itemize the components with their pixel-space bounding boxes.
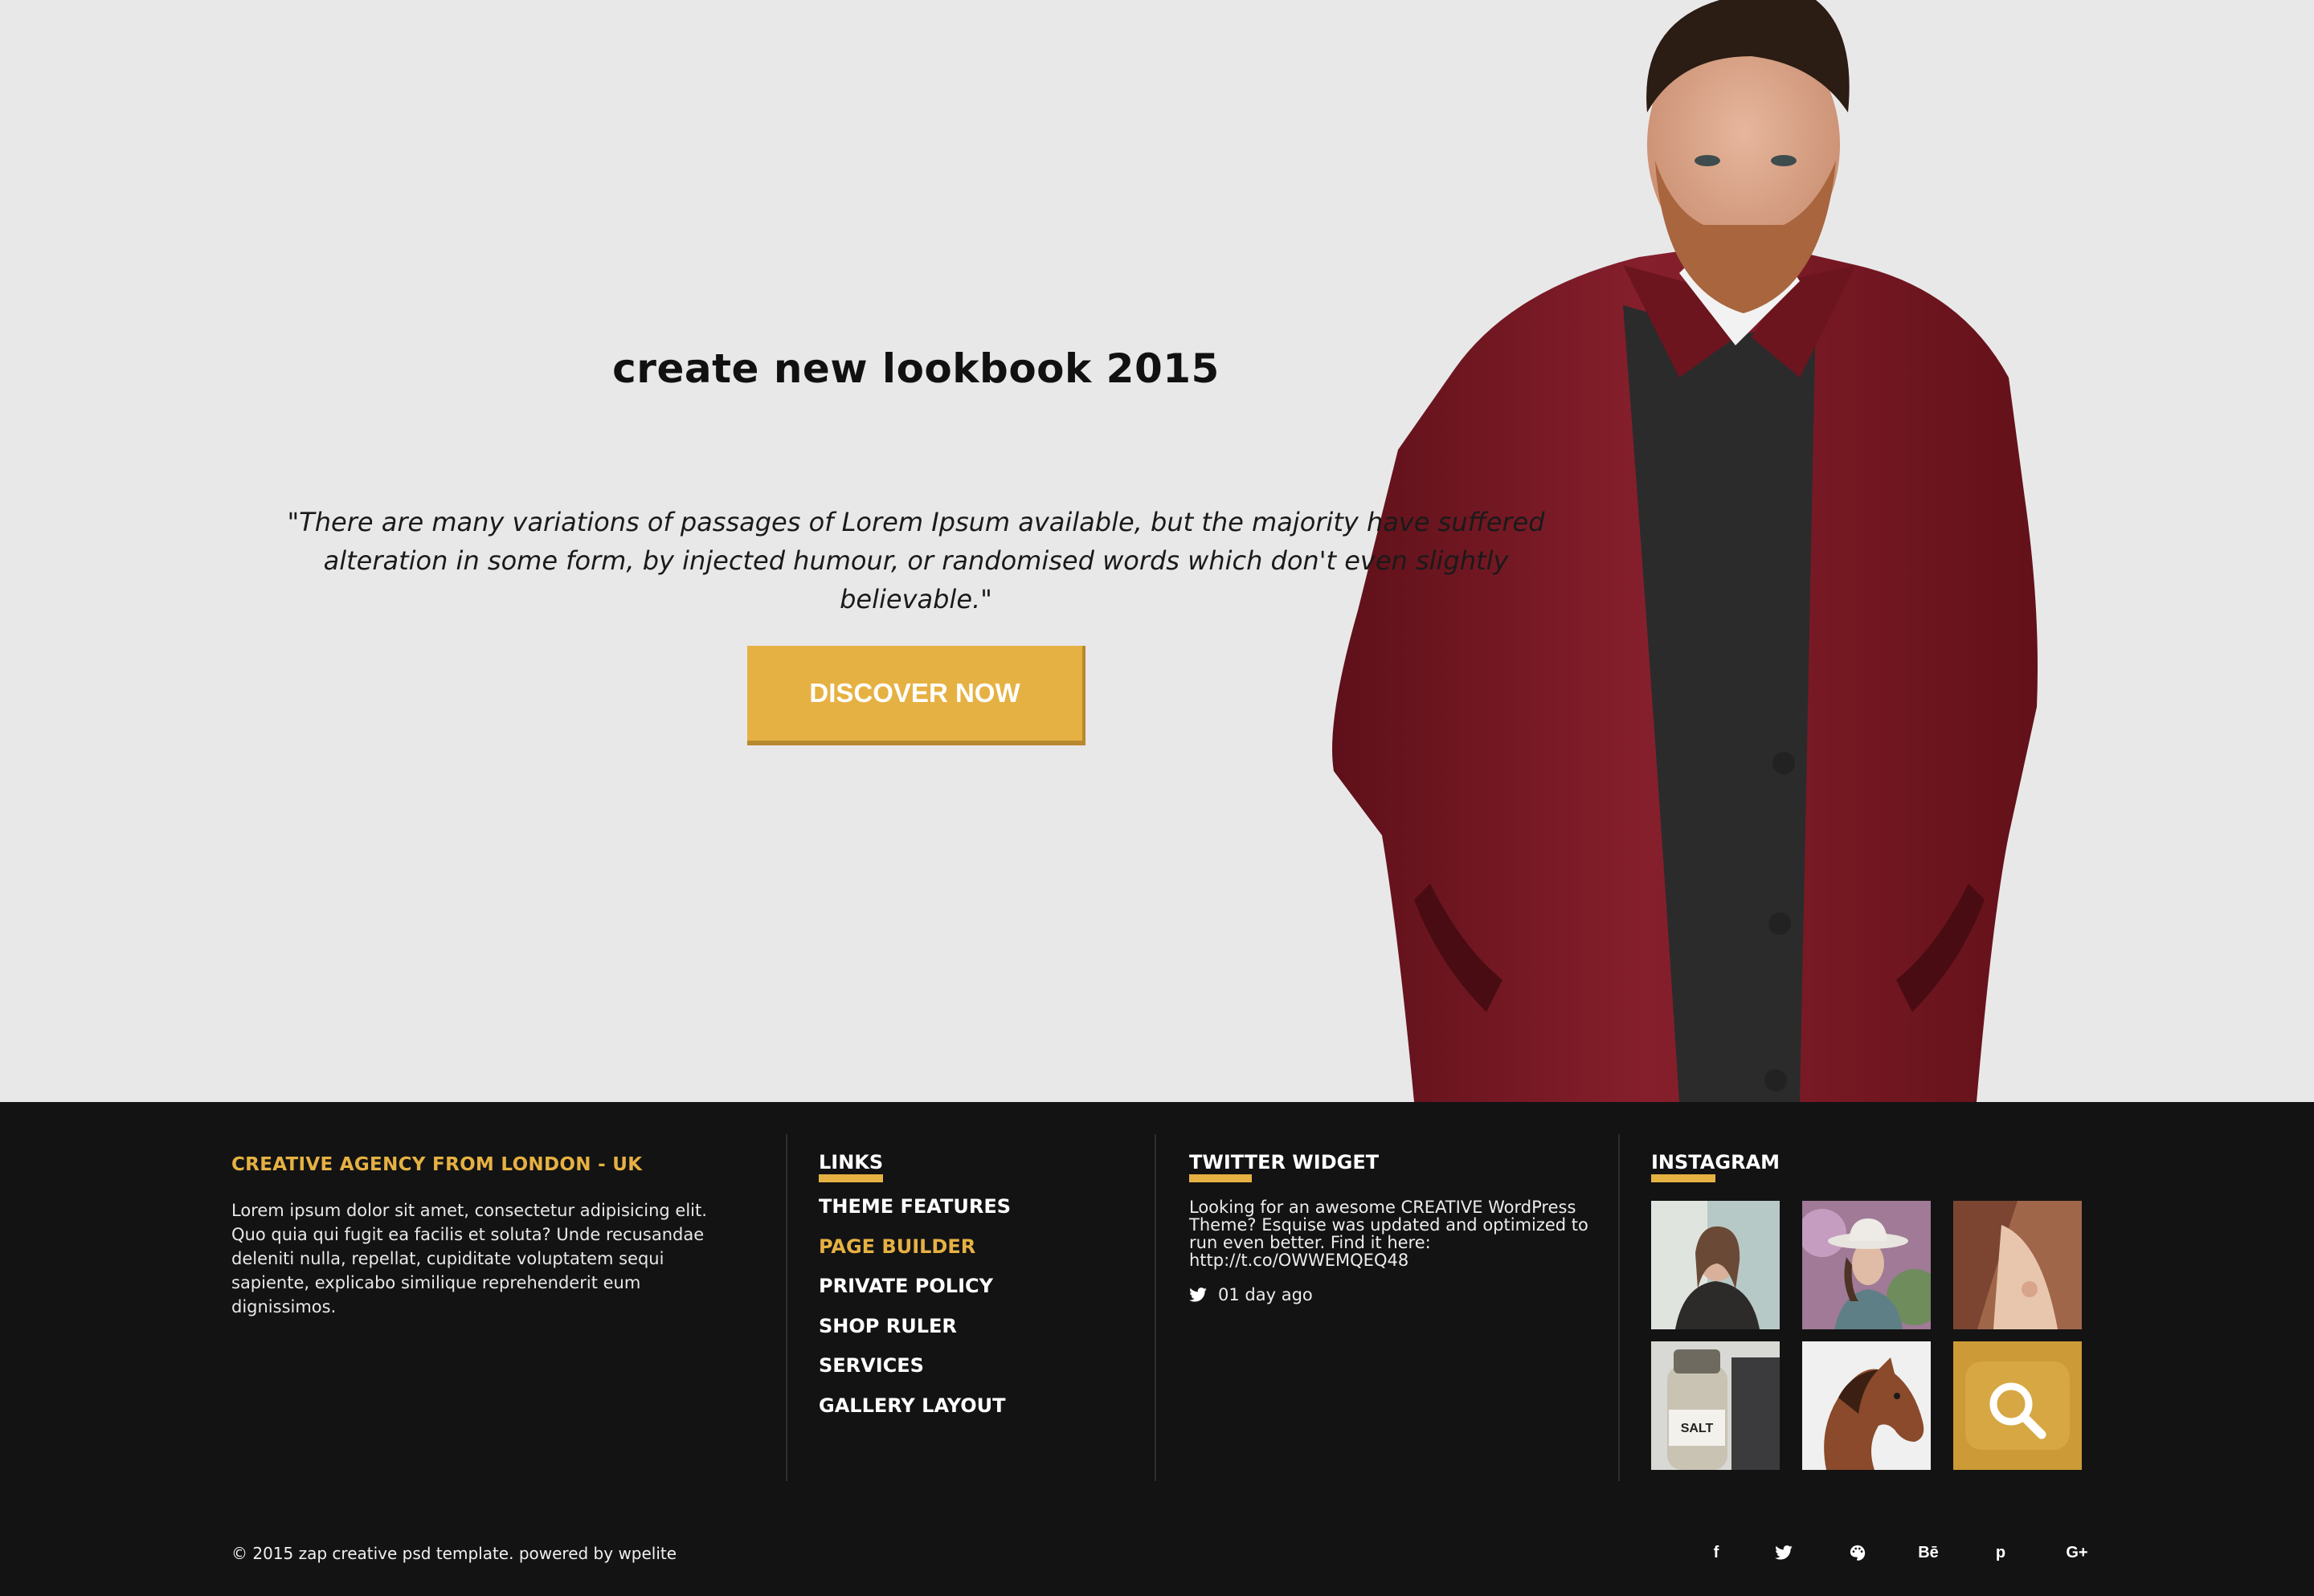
about-text: Lorem ipsum dolor sit amet, consectetur … xyxy=(231,1201,707,1316)
instagram-more[interactable] xyxy=(1953,1341,2082,1470)
instagram-heading-underline xyxy=(1651,1174,1715,1182)
twitter-icon xyxy=(1189,1288,1207,1302)
facebook-icon[interactable]: f xyxy=(1704,1541,1728,1565)
instagram-grid: SALT xyxy=(1651,1201,2082,1470)
pinterest-icon[interactable]: p xyxy=(1989,1541,2013,1565)
list-item: SERVICES xyxy=(819,1354,1011,1394)
footer-divider xyxy=(786,1134,787,1481)
discover-now-button[interactable]: DISCOVER NOW xyxy=(747,646,1085,745)
instagram-photo-dress-detail[interactable] xyxy=(1953,1201,2082,1329)
links-heading: LINKS xyxy=(819,1151,884,1174)
twitter-heading: TWITTER WIDGET xyxy=(1189,1151,1380,1174)
instagram-photo-woman-sweater[interactable] xyxy=(1651,1201,1780,1329)
list-item: THEME FEATURES xyxy=(819,1195,1011,1235)
tweet-time: 01 day ago xyxy=(1218,1285,1313,1304)
instagram-heading: INSTAGRAM xyxy=(1651,1151,1780,1174)
link-page-builder[interactable]: PAGE BUILDER xyxy=(819,1235,975,1258)
hero-quote: "There are many variations of passages o… xyxy=(287,507,1545,614)
about-title: CREATIVE AGENCY FROM LONDON - UK xyxy=(231,1154,643,1175)
instagram-photo-horse[interactable] xyxy=(1802,1341,1931,1470)
footer-divider xyxy=(1618,1134,1620,1481)
footer-divider xyxy=(1155,1134,1156,1481)
instagram-photo-woman-hat[interactable] xyxy=(1802,1201,1931,1329)
footer-links-list: THEME FEATURES PAGE BUILDER PRIVATE POLI… xyxy=(819,1195,1011,1435)
twitter-heading-underline xyxy=(1189,1174,1252,1182)
list-item: PAGE BUILDER xyxy=(819,1235,1011,1276)
behance-icon[interactable]: Bē xyxy=(1916,1541,1940,1565)
copyright-text: © 2015 zap creative psd template. powere… xyxy=(231,1544,677,1563)
svg-text:SALT: SALT xyxy=(1681,1422,1714,1435)
link-private-policy[interactable]: PRIVATE POLICY xyxy=(819,1275,993,1297)
instagram-photo-salt-bottle[interactable]: SALT xyxy=(1651,1341,1780,1470)
twitter-icon[interactable] xyxy=(1772,1541,1796,1565)
google-plus-icon[interactable]: G+ xyxy=(2061,1541,2093,1565)
link-theme-features[interactable]: THEME FEATURES xyxy=(819,1195,1011,1218)
link-gallery-layout[interactable]: GALLERY LAYOUT xyxy=(819,1394,1006,1417)
link-shop-ruler[interactable]: SHOP RULER xyxy=(819,1315,957,1337)
list-item: SHOP RULER xyxy=(819,1315,1011,1355)
hero-title: create new lookbook 2015 xyxy=(612,345,1220,392)
list-item: PRIVATE POLICY xyxy=(819,1275,1011,1315)
link-services[interactable]: SERVICES xyxy=(819,1354,924,1377)
tweet-text: Looking for an awesome CREATIVE WordPres… xyxy=(1189,1198,1588,1270)
links-heading-underline xyxy=(819,1174,883,1182)
palette-icon[interactable] xyxy=(1846,1541,1870,1565)
hero-section: create new lookbook 2015 "There are many… xyxy=(0,0,2314,1102)
list-item: GALLERY LAYOUT xyxy=(819,1394,1011,1435)
tweet-meta: 01 day ago xyxy=(1189,1285,1313,1304)
